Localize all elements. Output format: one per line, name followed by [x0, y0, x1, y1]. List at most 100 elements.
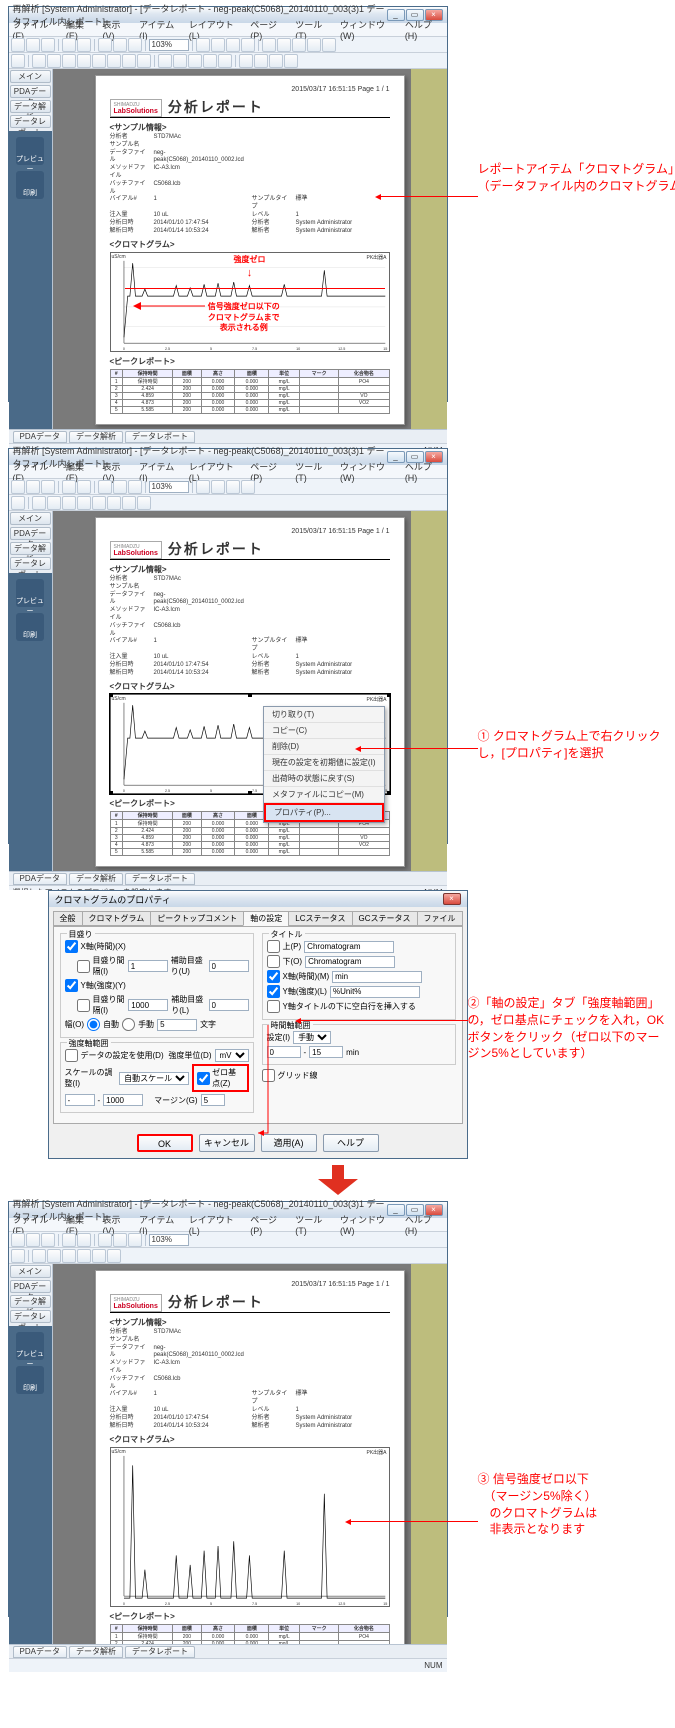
tb-i8[interactable] — [307, 38, 321, 52]
menu-help[interactable]: ヘルプ(H) — [405, 18, 443, 41]
sb-rep[interactable]: データレポート — [10, 115, 51, 128]
title-x-input[interactable] — [332, 971, 422, 983]
tb-i4[interactable] — [241, 38, 255, 52]
t2-3[interactable] — [62, 54, 76, 68]
btab-ana[interactable]: データ解析 — [69, 431, 123, 443]
tab-lc[interactable]: LCステータス — [288, 911, 352, 926]
xsub-input[interactable] — [209, 960, 249, 972]
cancel-button[interactable]: キャンセル — [199, 1134, 255, 1152]
t2-14[interactable] — [239, 54, 253, 68]
t2-6[interactable] — [107, 54, 121, 68]
cut-icon[interactable] — [98, 38, 112, 52]
cb-blank[interactable] — [267, 1000, 280, 1013]
range-from-input[interactable] — [65, 1094, 95, 1106]
width-auto-radio[interactable] — [87, 1018, 100, 1031]
cb-grid[interactable] — [262, 1069, 275, 1082]
arrow-icon[interactable] — [11, 54, 25, 68]
ctx-properties[interactable]: プロパティ(P)... — [264, 803, 384, 822]
new-icon[interactable] — [11, 38, 25, 52]
t2-8[interactable] — [137, 54, 151, 68]
menu-window[interactable]: ウィンドウ(W) — [340, 18, 397, 41]
range-to-input[interactable] — [103, 1094, 143, 1106]
t2-16[interactable] — [269, 54, 283, 68]
cb-xinterval[interactable] — [77, 960, 90, 973]
width-manual-radio[interactable] — [122, 1018, 135, 1031]
cb-yint[interactable] — [65, 979, 78, 992]
cb-title-bot[interactable] — [267, 955, 280, 968]
cb-usedata[interactable] — [65, 1049, 78, 1062]
t2-10[interactable] — [173, 54, 187, 68]
tab-chrom[interactable]: クロマトグラム — [82, 911, 152, 926]
unit-select[interactable]: mV — [215, 1049, 249, 1062]
scale-select[interactable]: 自動スケール — [119, 1072, 189, 1085]
t2-4[interactable] — [77, 54, 91, 68]
yinterval-input[interactable] — [128, 999, 168, 1011]
zoom-combo[interactable]: 103% — [149, 39, 189, 51]
dialog-close-button[interactable]: × — [443, 893, 461, 905]
open-icon[interactable] — [26, 38, 40, 52]
print-icon[interactable] — [62, 38, 76, 52]
tab-file[interactable]: ファイル — [417, 911, 463, 926]
margin-input[interactable] — [201, 1094, 225, 1106]
paste-icon[interactable] — [128, 38, 142, 52]
cb-zero-base[interactable] — [197, 1072, 210, 1085]
title-y-input[interactable] — [330, 986, 420, 998]
cb-yinterval[interactable] — [77, 999, 90, 1012]
tb-i7[interactable] — [292, 38, 306, 52]
ctx-cut[interactable]: 切り取り(T) — [264, 707, 384, 723]
tab-general[interactable]: 全般 — [53, 911, 83, 926]
t2-12[interactable] — [203, 54, 217, 68]
trange-select[interactable]: 手動 — [293, 1031, 331, 1044]
tab-gc[interactable]: GCステータス — [352, 911, 418, 926]
xinterval-input[interactable] — [128, 960, 168, 972]
t2-17[interactable] — [284, 54, 298, 68]
chromatogram-chart[interactable]: uS/cm PK出器A 02.557.51012.515 強度ゼロ↓ 信号強度ゼ… — [110, 252, 390, 352]
chromatogram-chart-selected[interactable]: uS/cmPK出器A 02.557.51012.515 切り取り(T) コピー(… — [110, 694, 390, 794]
t2-9[interactable] — [158, 54, 172, 68]
tb-i3[interactable] — [226, 38, 240, 52]
trange-from-input[interactable] — [267, 1046, 301, 1058]
ctx-metafile[interactable]: メタファイルにコピー(M) — [264, 787, 384, 803]
t2-15[interactable] — [254, 54, 268, 68]
t2-7[interactable] — [122, 54, 136, 68]
cb-xtime[interactable] — [65, 940, 78, 953]
tab-peaktop[interactable]: ピークトップコメント — [150, 911, 244, 926]
cb-title-y[interactable] — [267, 985, 280, 998]
btab-pda[interactable]: PDAデータ — [13, 431, 67, 443]
chromatogram-chart-fixed[interactable]: uS/cmPK出器A 02.557.51012.515 — [110, 1447, 390, 1607]
preview-icon[interactable] — [77, 38, 91, 52]
sb-pda[interactable]: PDAデータ — [10, 85, 51, 98]
t2-5[interactable] — [92, 54, 106, 68]
tb-i5[interactable] — [262, 38, 276, 52]
t2-11[interactable] — [188, 54, 202, 68]
ctx-setdefault[interactable]: 現在の設定を初期値に設定(I) — [264, 755, 384, 771]
tb-i1[interactable] — [196, 38, 210, 52]
properties-dialog: クロマトグラムのプロパティ× 全般 クロマトグラム ピークトップコメント 軸の設… — [48, 890, 468, 1159]
ctx-copy[interactable]: コピー(C) — [264, 723, 384, 739]
btab-rep[interactable]: データレポート — [125, 431, 195, 443]
trange-to-input[interactable] — [309, 1046, 343, 1058]
tb-i2[interactable] — [211, 38, 225, 52]
title-top-input[interactable] — [304, 941, 394, 953]
title-bot-input[interactable] — [305, 956, 395, 968]
ysub-input[interactable] — [209, 999, 249, 1011]
tb-i9[interactable] — [322, 38, 336, 52]
cb-title-top[interactable] — [267, 940, 280, 953]
cb-title-x[interactable] — [267, 970, 280, 983]
sb-ana[interactable]: データ解析 — [10, 100, 51, 113]
sb-main[interactable]: メイン — [10, 70, 51, 83]
ctx-reset[interactable]: 出荷時の状態に戻す(S) — [264, 771, 384, 787]
t2-1[interactable] — [32, 54, 46, 68]
t2-2[interactable] — [47, 54, 61, 68]
width-input[interactable] — [157, 1019, 197, 1031]
help-button[interactable]: ヘルプ — [323, 1134, 379, 1152]
copy-icon[interactable] — [113, 38, 127, 52]
save-icon[interactable] — [41, 38, 55, 52]
t2-13[interactable] — [218, 54, 232, 68]
ok-button[interactable]: OK — [137, 1134, 193, 1152]
apply-button[interactable]: 適用(A) — [261, 1134, 317, 1152]
preview-icon[interactable]: プレビュー — [16, 137, 44, 165]
print-sb-icon[interactable]: 印刷 — [16, 171, 44, 199]
tab-axis[interactable]: 軸の設定 — [243, 911, 289, 926]
tb-i6[interactable] — [277, 38, 291, 52]
